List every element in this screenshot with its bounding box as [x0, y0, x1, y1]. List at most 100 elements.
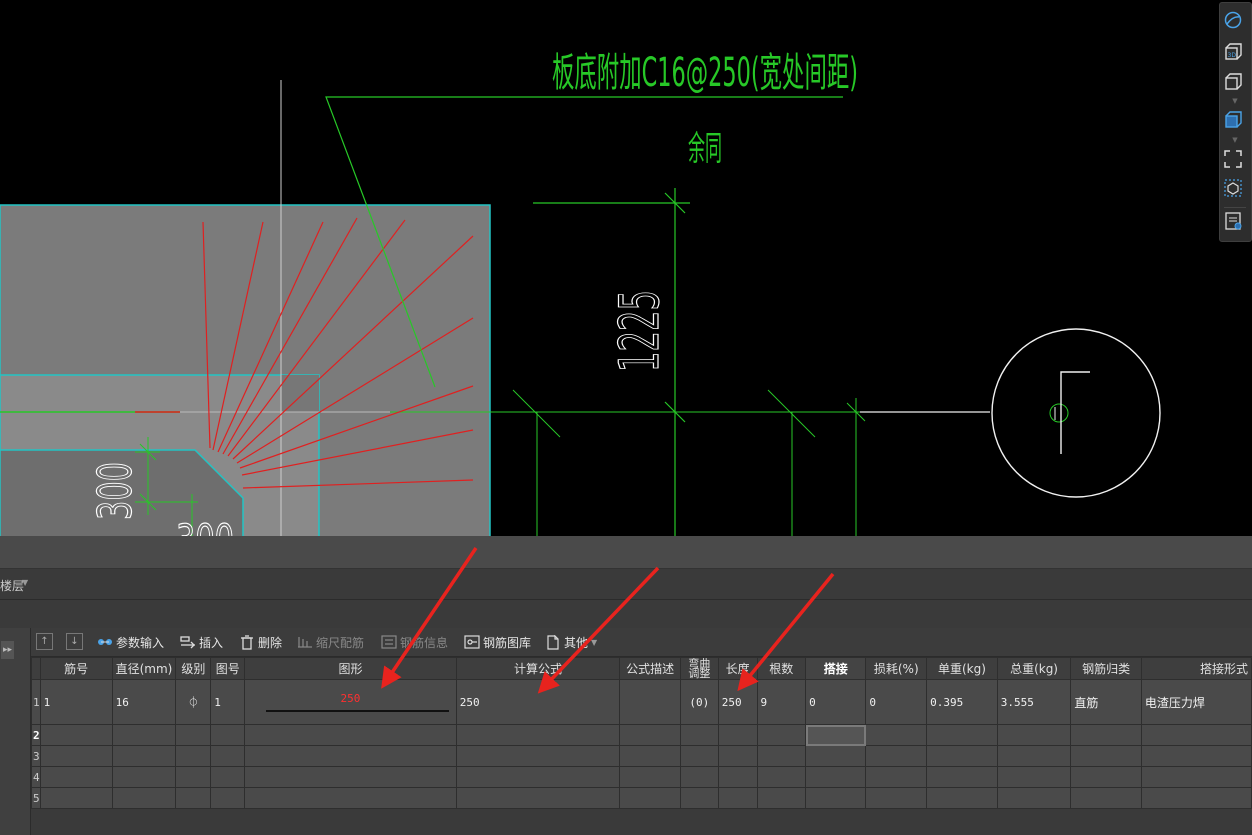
- empty-cell[interactable]: [865, 745, 928, 767]
- empty-cell[interactable]: [244, 787, 457, 809]
- column-header[interactable]: 公式描述: [619, 657, 681, 680]
- column-header[interactable]: 弯曲调整: [680, 657, 719, 680]
- empty-cell[interactable]: [619, 724, 681, 746]
- empty-cell[interactable]: [111, 724, 177, 746]
- empty-cell[interactable]: [1070, 745, 1142, 767]
- table-row[interactable]: 4: [31, 766, 1252, 788]
- empty-cell[interactable]: [865, 724, 928, 746]
- empty-cell[interactable]: [175, 766, 212, 788]
- cell-bend-adjust[interactable]: (0): [680, 679, 719, 725]
- empty-cell[interactable]: [996, 766, 1072, 788]
- layer-label[interactable]: 楼层: [0, 577, 24, 594]
- empty-cell[interactable]: [210, 745, 246, 767]
- chevron-down-icon[interactable]: ▼: [1231, 98, 1239, 105]
- scale-rebar-button[interactable]: 缩尺配筋: [297, 632, 364, 652]
- column-header[interactable]: 图形: [244, 657, 457, 680]
- column-header[interactable]: 总重(kg): [996, 657, 1072, 680]
- rebar-library-button[interactable]: 钢筋图库: [464, 632, 531, 652]
- empty-cell[interactable]: [865, 787, 928, 809]
- empty-cell[interactable]: [619, 766, 681, 788]
- empty-cell[interactable]: [1140, 787, 1252, 809]
- table-row[interactable]: 3: [31, 745, 1252, 767]
- cell-loss[interactable]: 0: [865, 679, 928, 725]
- empty-cell[interactable]: [455, 766, 621, 788]
- empty-cell[interactable]: [756, 745, 807, 767]
- empty-cell[interactable]: [996, 724, 1072, 746]
- properties-icon[interactable]: [1224, 212, 1246, 234]
- empty-cell[interactable]: [680, 766, 719, 788]
- cell-shape[interactable]: 250: [244, 679, 457, 725]
- column-header[interactable]: 损耗(%): [865, 657, 928, 680]
- empty-cell[interactable]: [111, 745, 177, 767]
- rebar-info-button[interactable]: 钢筋信息: [381, 632, 448, 652]
- column-header[interactable]: 图号: [210, 657, 246, 680]
- selection-box-icon[interactable]: [1224, 179, 1246, 201]
- row-number[interactable]: 4: [31, 766, 41, 788]
- empty-cell[interactable]: [805, 787, 867, 809]
- cell-length[interactable]: 250: [717, 679, 758, 725]
- chevron-down-icon[interactable]: ▼: [1231, 137, 1239, 144]
- selected-cell[interactable]: [805, 724, 867, 746]
- empty-cell[interactable]: [756, 787, 807, 809]
- cell-diameter[interactable]: 16: [111, 679, 177, 725]
- cell-lap-type[interactable]: 电渣压力焊: [1140, 679, 1252, 725]
- column-header[interactable]: 筋号: [39, 657, 113, 680]
- column-header[interactable]: 钢筋归类: [1070, 657, 1142, 680]
- empty-cell[interactable]: [926, 766, 998, 788]
- empty-cell[interactable]: [717, 745, 758, 767]
- row-number[interactable]: 2: [31, 724, 41, 746]
- empty-cell[interactable]: [175, 745, 212, 767]
- cell-formula-desc[interactable]: [619, 679, 681, 725]
- empty-cell[interactable]: [175, 787, 212, 809]
- empty-cell[interactable]: [175, 724, 212, 746]
- move-up-button[interactable]: ↑: [36, 633, 53, 650]
- empty-cell[interactable]: [244, 745, 457, 767]
- empty-cell[interactable]: [1070, 787, 1142, 809]
- empty-cell[interactable]: [717, 724, 758, 746]
- empty-cell[interactable]: [756, 766, 807, 788]
- empty-cell[interactable]: [210, 724, 246, 746]
- empty-cell[interactable]: [210, 766, 246, 788]
- empty-cell[interactable]: [39, 724, 113, 746]
- empty-cell[interactable]: [244, 766, 457, 788]
- 3d-view-icon[interactable]: 3D: [1224, 43, 1246, 65]
- column-header[interactable]: 长度: [717, 657, 758, 680]
- cell-formula[interactable]: 250: [455, 679, 621, 725]
- empty-cell[interactable]: [111, 766, 177, 788]
- empty-cell[interactable]: [39, 766, 113, 788]
- empty-cell[interactable]: [717, 787, 758, 809]
- empty-cell[interactable]: [619, 787, 681, 809]
- table-row[interactable]: 5: [31, 787, 1252, 809]
- cell-lap[interactable]: 0: [805, 679, 867, 725]
- cell-count[interactable]: 9: [756, 679, 807, 725]
- column-header[interactable]: 直径(mm): [111, 657, 177, 680]
- empty-cell[interactable]: [1070, 766, 1142, 788]
- empty-cell[interactable]: [39, 745, 113, 767]
- empty-cell[interactable]: [619, 745, 681, 767]
- empty-cell[interactable]: [1140, 745, 1252, 767]
- cell-grade[interactable]: ⏀: [175, 679, 212, 725]
- row-number[interactable]: 1: [31, 679, 41, 725]
- insert-button[interactable]: 插入: [180, 632, 223, 652]
- empty-cell[interactable]: [244, 724, 457, 746]
- empty-cell[interactable]: [455, 787, 621, 809]
- table-row[interactable]: 2: [31, 724, 1252, 746]
- empty-cell[interactable]: [455, 724, 621, 746]
- column-header[interactable]: 级别: [175, 657, 212, 680]
- cell-unit-weight[interactable]: 0.395: [926, 679, 998, 725]
- column-header[interactable]: 单重(kg): [926, 657, 998, 680]
- delete-button[interactable]: 删除: [239, 632, 282, 652]
- rotate-view-icon[interactable]: [1224, 11, 1246, 33]
- empty-cell[interactable]: [680, 787, 719, 809]
- empty-cell[interactable]: [680, 745, 719, 767]
- empty-cell[interactable]: [717, 766, 758, 788]
- cube-view-icon[interactable]: [1224, 73, 1246, 95]
- column-header[interactable]: 根数: [756, 657, 807, 680]
- cad-viewport[interactable]: 板底附加C16@250(宽处间距) 余同 1225 300 300 3D ▼ ▼: [0, 0, 1252, 540]
- empty-cell[interactable]: [996, 745, 1072, 767]
- table-row[interactable]: 1 1 16 ⏀ 1 250 250 (0) 250 9 0 0 0.395 3…: [31, 679, 1252, 725]
- cell-bar-no[interactable]: 1: [39, 679, 113, 725]
- empty-cell[interactable]: [926, 745, 998, 767]
- cell-category[interactable]: 直筋: [1070, 679, 1142, 725]
- empty-cell[interactable]: [680, 724, 719, 746]
